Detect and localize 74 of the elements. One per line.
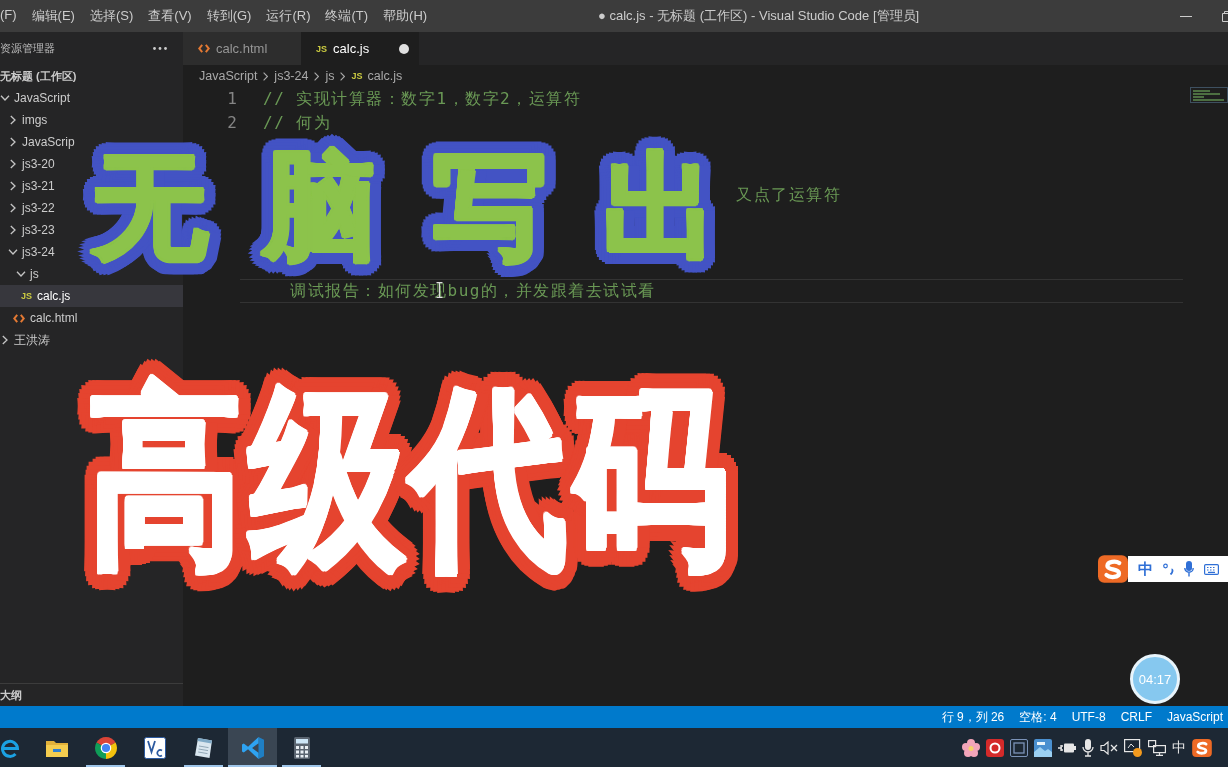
tree-item[interactable]: js3-24	[8, 241, 55, 263]
breadcrumb-item[interactable]: js	[325, 69, 335, 83]
tree-item[interactable]: js3-21	[8, 175, 55, 197]
file-type-label: JS	[316, 43, 327, 54]
tree-item[interactable]: JavaScript	[0, 87, 71, 109]
network-icon[interactable]	[1148, 739, 1166, 756]
calculator-icon	[293, 736, 310, 759]
tree-item[interactable]: imgs	[8, 109, 48, 131]
code-line: // 实现计算器：数字1，数字2，运算符	[263, 88, 582, 110]
menu-item[interactable]: 帮助(H)	[383, 7, 428, 25]
status-item[interactable]: 空格: 4	[1019, 708, 1057, 726]
minimize-icon[interactable]	[1180, 15, 1192, 17]
battery-plug-icon[interactable]	[1058, 741, 1076, 754]
menu-item[interactable]: (F)	[0, 7, 17, 25]
input-mode-toggle[interactable]: 中	[1138, 559, 1153, 579]
punctuation-icon[interactable]	[1163, 563, 1174, 575]
menu-item[interactable]: 查看(V)	[148, 7, 192, 25]
chevron-right-icon	[314, 71, 320, 81]
browser-icon	[0, 737, 20, 758]
menu-item[interactable]: 运行(R)	[266, 7, 311, 25]
line-number: 2	[227, 112, 237, 134]
folder-icon	[45, 738, 68, 757]
outlined-tile-icon[interactable]	[1010, 738, 1028, 757]
code-brackets-icon	[198, 44, 210, 53]
picture-tile-icon[interactable]	[1034, 738, 1052, 757]
line-number: 1	[227, 88, 237, 110]
chevron-right-icon	[263, 71, 269, 81]
file-type-label: JS	[351, 71, 363, 81]
more-icon[interactable]	[153, 47, 167, 50]
editor-tab[interactable]: calc.html	[183, 32, 301, 65]
window-title: ● calc.js - 无标题 (工作区) - Visual Studio Code [管理员]	[598, 7, 920, 25]
tile-logo-icon	[143, 736, 166, 759]
outline-section-title[interactable]: 大纲	[0, 687, 22, 703]
flower-icon[interactable]	[962, 738, 980, 757]
status-item[interactable]: UTF-8	[1071, 710, 1106, 724]
chevron-right-icon	[340, 71, 346, 81]
s-logo-icon[interactable]	[1192, 738, 1212, 757]
microphone-icon[interactable]	[1082, 738, 1094, 757]
breadcrumb-item[interactable]: JavaScript	[199, 69, 258, 83]
menu-item[interactable]: 编辑(E)	[31, 7, 75, 25]
s-logo-icon[interactable]	[1098, 555, 1128, 583]
editor-tab[interactable]: JS calc.js	[301, 32, 419, 65]
tree-item[interactable]: js3-20	[8, 153, 55, 175]
tree-item[interactable]: calc.html	[13, 307, 78, 329]
status-item[interactable]: CRLF	[1120, 710, 1152, 724]
minimap-drawing	[1190, 87, 1228, 103]
breadcrumb-item[interactable]: js3-24	[274, 69, 309, 83]
ribbon-logo-icon	[241, 736, 264, 759]
menu-item[interactable]: 终端(T)	[325, 7, 369, 25]
code-brackets-icon	[13, 313, 25, 323]
menu-item[interactable]: 选择(S)	[89, 7, 134, 25]
input-mode-indicator[interactable]: 中	[1172, 738, 1186, 757]
status-item[interactable]: JavaScript	[1166, 710, 1223, 724]
file-type-label: JS	[21, 291, 32, 301]
code-line: // 何为	[263, 112, 332, 134]
tree-item[interactable]: JS calc.js	[0, 285, 183, 307]
notepad-icon	[195, 737, 212, 758]
tree-item[interactable]: js3-22	[8, 197, 55, 219]
tree-item[interactable]: 王洪涛	[0, 329, 50, 351]
tree-item[interactable]: JavaScrip	[8, 131, 75, 153]
tree-item[interactable]: js	[16, 263, 39, 285]
muted-speaker-icon[interactable]	[1100, 740, 1118, 755]
round-logo-icon	[94, 736, 117, 759]
workspace-title[interactable]: 无标题 (工作区)	[0, 68, 77, 84]
screen-badge-icon[interactable]	[1124, 738, 1142, 757]
breadcrumb-item[interactable]: JS calc.js	[351, 69, 403, 83]
restore-icon[interactable]	[1222, 10, 1228, 22]
keyboard-icon[interactable]	[1204, 563, 1219, 575]
status-item[interactable]: 行 9，列 26	[941, 708, 1005, 726]
code-line: 又点了运算符	[736, 184, 841, 206]
tree-item[interactable]: js3-23	[8, 219, 55, 241]
menu-item[interactable]: 转到(G)	[206, 7, 252, 25]
explorer-title: 资源管理器	[0, 41, 55, 56]
app-tile-icon[interactable]	[986, 738, 1004, 757]
